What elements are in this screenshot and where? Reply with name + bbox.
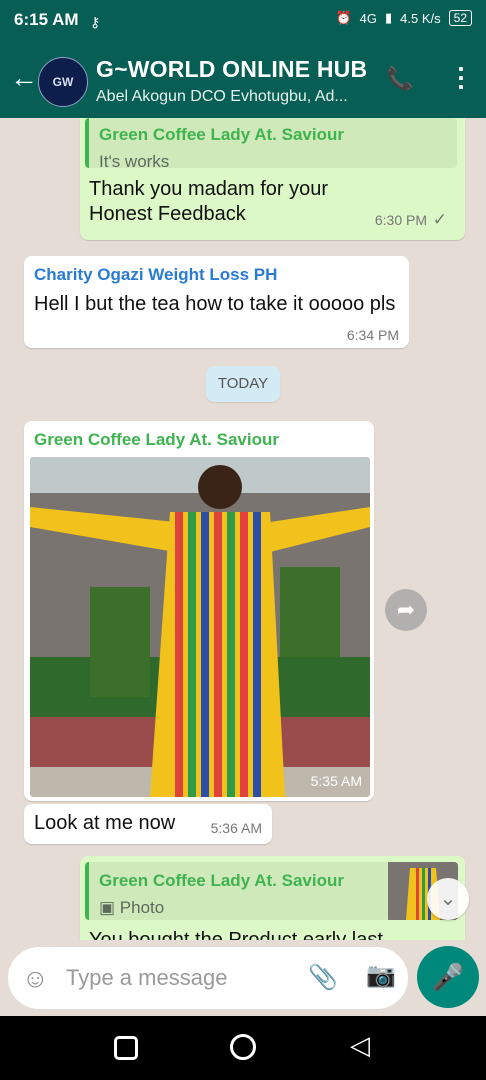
attach-icon[interactable]: 📎 (308, 963, 338, 992)
home-button[interactable] (230, 1034, 256, 1060)
group-avatar[interactable]: GW (38, 57, 88, 107)
alarm-icon: ⏰ (335, 10, 352, 25)
forward-icon[interactable]: ➦ (385, 589, 427, 631)
photo-stripe-3 (201, 512, 209, 797)
scroll-down-icon[interactable]: ⌄ (427, 878, 469, 920)
thumb-stripe-1 (416, 868, 419, 920)
photo-bush-right (280, 567, 340, 657)
message-text: Hell I but the tea how to take it ooooo … (34, 293, 396, 315)
message-placeholder[interactable]: Type a message (66, 965, 227, 991)
photo-stripe-2 (188, 512, 196, 797)
camera-icon[interactable]: 📷 (366, 961, 396, 990)
message-input-bar[interactable]: ☺ Type a message 📎 📷 (8, 947, 408, 1009)
chat-area: Green Coffee Lady At. Saviour It's works… (0, 118, 486, 940)
photo-stripe-5 (227, 512, 235, 797)
incoming-image-bubble[interactable]: Green Coffee Lady At. Saviour 5:35 AM (24, 421, 374, 801)
group-title[interactable]: G~WORLD ONLINE HUB (96, 56, 367, 83)
network-type: 4G (359, 10, 378, 26)
photo-head (198, 465, 242, 509)
status-icons: ⏰ 4G ▮ 4.5 K/s 52 (335, 10, 472, 26)
group-subtitle[interactable]: Abel Akogun DCO Evhotugbu, Ad... (96, 88, 376, 106)
quoted-photo-label: ▣ Photo (99, 898, 164, 918)
status-time: 6:15 AM (14, 10, 79, 29)
quoted-sender: Green Coffee Lady At. Saviour (99, 125, 344, 144)
quoted-sender: Green Coffee Lady At. Saviour (99, 871, 344, 890)
sent-tick-icon: ✓ (432, 210, 447, 229)
photo-stripe-6 (240, 512, 248, 797)
photo-stripe-4 (214, 512, 222, 797)
incoming-message-bubble[interactable]: Look at me now 5:36 AM (24, 804, 272, 844)
message-time: 6:34 PM (346, 327, 399, 343)
message-time: 6:30 PM (374, 212, 427, 228)
message-text: Thank you madam for your Honest Feedback (89, 178, 328, 225)
message-time: 5:36 AM (210, 820, 262, 836)
quoted-text: It's works (99, 152, 170, 171)
photo-stripe-1 (175, 512, 183, 797)
message-sender[interactable]: Green Coffee Lady At. Saviour (34, 430, 279, 450)
mic-icon: 🎤 (431, 962, 465, 992)
message-sender[interactable]: Charity Ogazi Weight Loss PH (34, 265, 277, 285)
photo-stripe-7 (253, 512, 261, 797)
avatar-text: GW (52, 75, 74, 89)
recents-button[interactable] (114, 1036, 138, 1060)
shared-photo[interactable]: 5:35 AM (30, 457, 370, 797)
emoji-icon[interactable]: ☺ (22, 963, 49, 993)
image-time: 5:35 AM (310, 773, 362, 789)
battery-level: 52 (453, 11, 467, 25)
message-text: Look at me now (34, 812, 176, 834)
date-chip: TODAY (206, 366, 280, 402)
back-button[interactable]: ◁ (350, 1032, 370, 1058)
quoted-text: Photo (119, 898, 165, 917)
signal-icon: ▮ (385, 10, 393, 25)
message-text: You bought the Product early last (89, 929, 383, 940)
battery-icon: 52 (448, 10, 472, 26)
incoming-message-bubble[interactable]: Charity Ogazi Weight Loss PH Hell I but … (24, 256, 409, 348)
photo-illustration (30, 457, 370, 797)
system-nav-bar: ◁ (0, 1016, 486, 1080)
add-call-icon[interactable]: 📞 (386, 66, 413, 92)
key-icon: ⚷ (90, 14, 101, 30)
outgoing-message-bubble[interactable]: Green Coffee Lady At. Saviour ▣ Photo Yo… (80, 856, 465, 940)
back-arrow-icon[interactable]: ← (10, 64, 38, 92)
overflow-menu-icon[interactable]: ⋮ (448, 64, 474, 90)
outgoing-message-bubble[interactable]: Green Coffee Lady At. Saviour It's works… (80, 118, 465, 240)
quoted-message[interactable]: Green Coffee Lady At. Saviour ▣ Photo (85, 862, 389, 920)
photo-bush-left (90, 587, 150, 697)
network-speed: 4.5 K/s (400, 10, 441, 26)
quoted-message[interactable]: Green Coffee Lady At. Saviour It's works (85, 118, 457, 171)
mic-button[interactable]: 🎤 (417, 946, 479, 1008)
thumb-stripe-2 (422, 868, 425, 920)
photo-small-icon: ▣ (99, 898, 116, 917)
chat-header: ← GW G~WORLD ONLINE HUB Abel Akogun DCO … (0, 44, 486, 118)
status-bar: 6:15 AM ⚷ ⏰ 4G ▮ 4.5 K/s 52 (0, 0, 486, 44)
